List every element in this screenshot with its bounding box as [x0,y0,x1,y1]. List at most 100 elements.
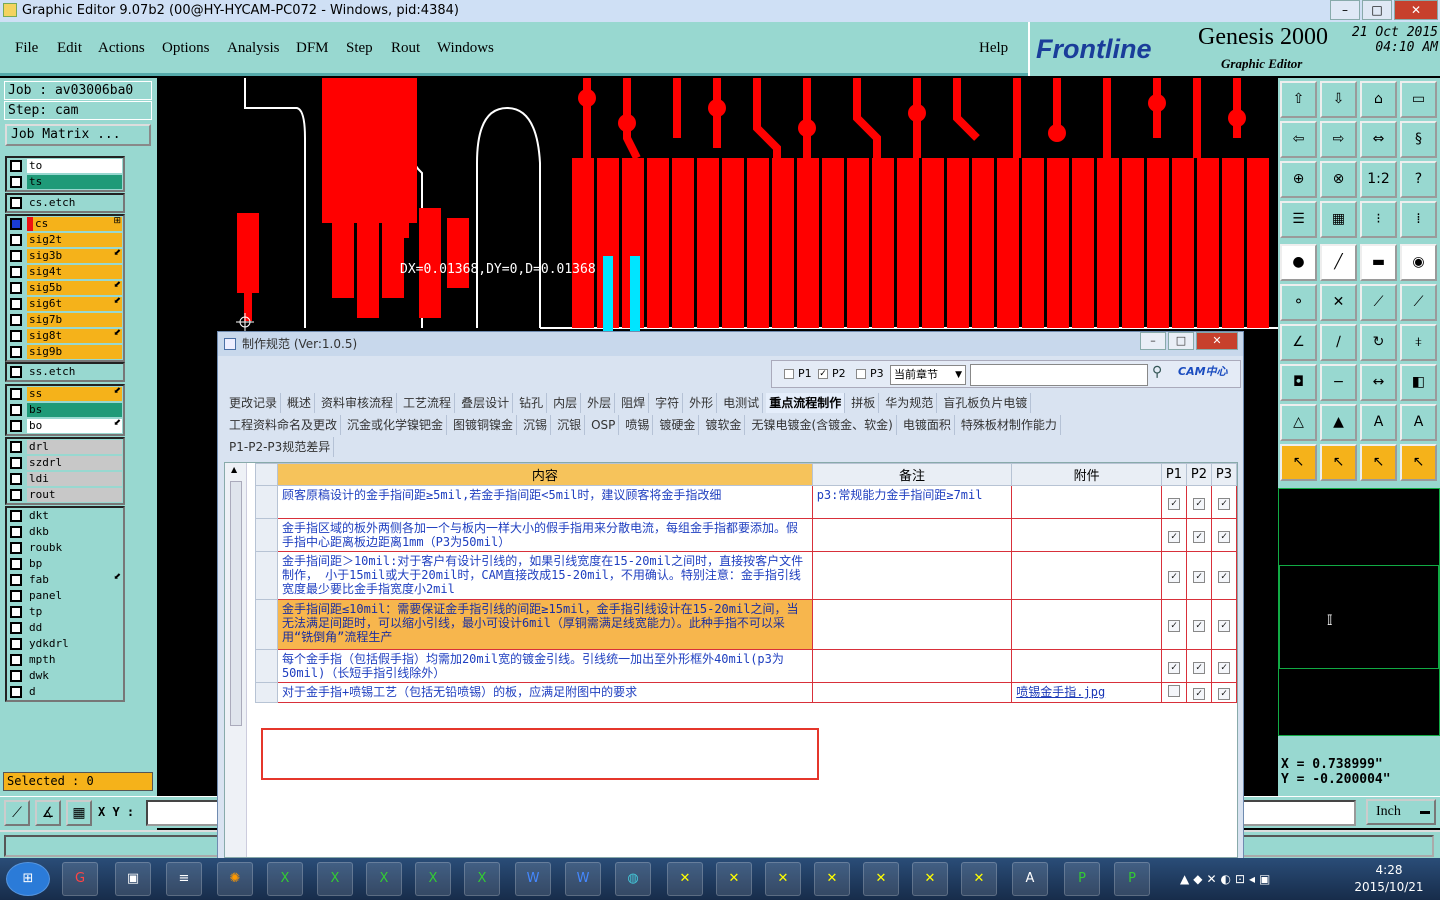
layer-name[interactable]: ldi [27,472,122,486]
attachment-cell[interactable] [1011,551,1162,600]
grid-snap-icon[interactable]: ▦ [66,800,92,826]
node-icon[interactable]: ◘ [1280,364,1317,401]
row-marker[interactable] [255,485,278,519]
layer-checkbox[interactable] [10,574,22,586]
xterm-app-icon-3[interactable]: ✕ [765,862,801,896]
tab-15-row1[interactable]: 华为规范 [882,393,938,413]
layer-name[interactable]: sig4t [27,265,122,279]
layer-checkbox[interactable] [10,366,22,378]
dialog-maximize-button[interactable]: □ [1168,332,1194,350]
redraw-icon[interactable]: § [1400,121,1437,158]
layer-checkbox[interactable] [10,542,22,554]
p-app-icon-1[interactable]: P [1064,862,1100,896]
menu-options[interactable]: Options [162,40,210,57]
tab-6-row2[interactable]: OSP [588,415,620,435]
layer-checkbox[interactable] [10,404,22,416]
table-row[interactable]: 金手指间距≤10mil：需要保证金手指引线的间距≥15mil，金手指引线设计在1… [255,599,1238,650]
layer-name[interactable]: szdrl [27,456,122,470]
layer-checkbox[interactable] [10,234,22,246]
p1-checkbox[interactable]: ✓ [1167,530,1180,543]
segment-end-icon[interactable]: ⟋ [1400,284,1437,321]
table-row[interactable]: 对于金手指+喷锡工艺（包括无铅喷锡）的板，应满足附图中的要求 喷锡金手指.jpg ✓… [255,682,1238,703]
p-app-icon-2[interactable]: P [1114,862,1150,896]
house-icon[interactable]: ⌂ [1360,81,1397,118]
layer-row-d[interactable]: d [7,684,123,700]
p3-checkbox[interactable]: ✓ [1217,661,1230,674]
content-cell[interactable]: 金手指间距≤10mil：需要保证金手指引线的间距≥15mil，金手指引线设计在1… [276,599,813,650]
layer-row-ts[interactable]: ts [7,174,123,190]
layer-checkbox[interactable] [10,346,22,358]
note-cell[interactable] [811,551,1013,600]
note-cell[interactable] [811,599,1013,650]
dimension-icon[interactable]: ↔ [1360,364,1397,401]
excel-app-icon-3[interactable]: X [366,862,402,896]
layer-checkbox[interactable] [10,558,22,570]
layer-name[interactable]: d [27,685,122,699]
p1-checkbox[interactable]: ✓ [1167,661,1180,674]
layer-name[interactable]: dd [27,621,122,635]
p1-checkbox[interactable]: ✓ [1167,497,1180,510]
layer-row-roubk[interactable]: roubk [7,540,123,556]
layer-row-ss[interactable]: ss ⬋ [7,386,123,402]
layer-row-sig4t[interactable]: sig4t [7,264,123,280]
tab-4-row1[interactable]: 工艺流程 [400,393,456,413]
ruler-icon[interactable]: ☰ [1280,201,1317,238]
triangle-a-icon[interactable]: A [1360,404,1397,441]
layer-name[interactable]: rout [27,488,122,502]
pointer-select-icon[interactable]: ↖ [1320,444,1357,481]
menu-step[interactable]: Step [346,40,373,57]
tab-6-row1[interactable]: 钻孔 [516,393,548,413]
layer-checkbox[interactable] [10,176,22,188]
tab-1-row1[interactable]: 更改记录 [226,393,282,413]
layer-checkbox[interactable] [10,282,22,294]
triangle-b-icon[interactable]: A [1400,404,1437,441]
layer-checkbox[interactable] [10,298,22,310]
pointer-multi-icon[interactable]: ↖ [1400,444,1437,481]
layer-checkbox[interactable] [10,606,22,618]
word-app-icon-1[interactable]: W [515,862,551,896]
tab-8-row1[interactable]: 外层 [584,393,616,413]
p3-filter-checkbox[interactable] [856,369,866,379]
tab-11-row1[interactable]: 外形 [686,393,718,413]
slash-icon[interactable]: ∕ [1320,324,1357,361]
xterm-app-icon-4[interactable]: ✕ [814,862,850,896]
scale-icon[interactable]: 1:2 [1360,161,1397,198]
layer-row-sig3b[interactable]: sig3b ⬋ [7,248,123,264]
row-marker[interactable] [255,649,278,683]
pointer-circle-icon[interactable]: ↖ [1360,444,1397,481]
tab-7-row2[interactable]: 喷锡 [622,415,654,435]
p3-checkbox[interactable]: ✓ [1217,571,1230,583]
layer-checkbox[interactable] [10,330,22,342]
document-app-icon[interactable]: A [1012,862,1048,896]
table-row[interactable]: 每个金手指（包括假手指）均需加20mil宽的镀金引线。引线统一加出至外形框外40… [255,649,1238,683]
snap-center-icon[interactable]: ⁞ [1400,201,1437,238]
tab-12-row1[interactable]: 电测试 [720,393,764,413]
xterm-app-icon-2[interactable]: ✕ [716,862,752,896]
layer-row-dwk[interactable]: dwk [7,668,123,684]
layer-name[interactable]: fab [27,573,122,587]
layer-checkbox[interactable] [10,218,22,230]
content-cell[interactable]: 对于金手指+喷锡工艺（包括无铅喷锡）的板，应满足附图中的要求 [276,682,813,703]
scroll-up-icon[interactable]: ▲ [231,465,237,474]
attachment-cell[interactable]: 喷锡金手指.jpg [1011,682,1162,703]
layer-name[interactable]: sig3b [27,249,122,263]
close-button[interactable]: ✕ [1394,0,1438,20]
layer-row-szdrl[interactable]: szdrl [7,455,123,471]
tab-10-row2[interactable]: 无镍电镀金(含镀金、软金) [748,415,897,435]
word-app-icon-2[interactable]: W [565,862,601,896]
menu-analysis[interactable]: Analysis [227,40,280,57]
vertical-scrollbar[interactable]: ▲ [225,463,247,857]
layer-checkbox[interactable] [10,160,22,172]
tab-8-row2[interactable]: 镀硬金 [656,415,700,435]
layer-name[interactable]: bp [27,557,122,571]
layer-checkbox[interactable] [10,686,22,698]
tray-icons[interactable]: ▲◆✕◐⊡◂▣ [1180,872,1274,886]
fit-icon[interactable]: ⇔ [1360,121,1397,158]
tab-7-row1[interactable]: 内层 [550,393,582,413]
layer-row-bs[interactable]: bs [7,402,123,418]
segment-icon[interactable]: ⟋ [1360,284,1397,321]
layer-name[interactable]: sig6t [27,297,122,311]
layer-row-mpth[interactable]: mpth [7,652,123,668]
layer-checkbox[interactable] [10,654,22,666]
layer-name[interactable]: drl [27,440,122,454]
